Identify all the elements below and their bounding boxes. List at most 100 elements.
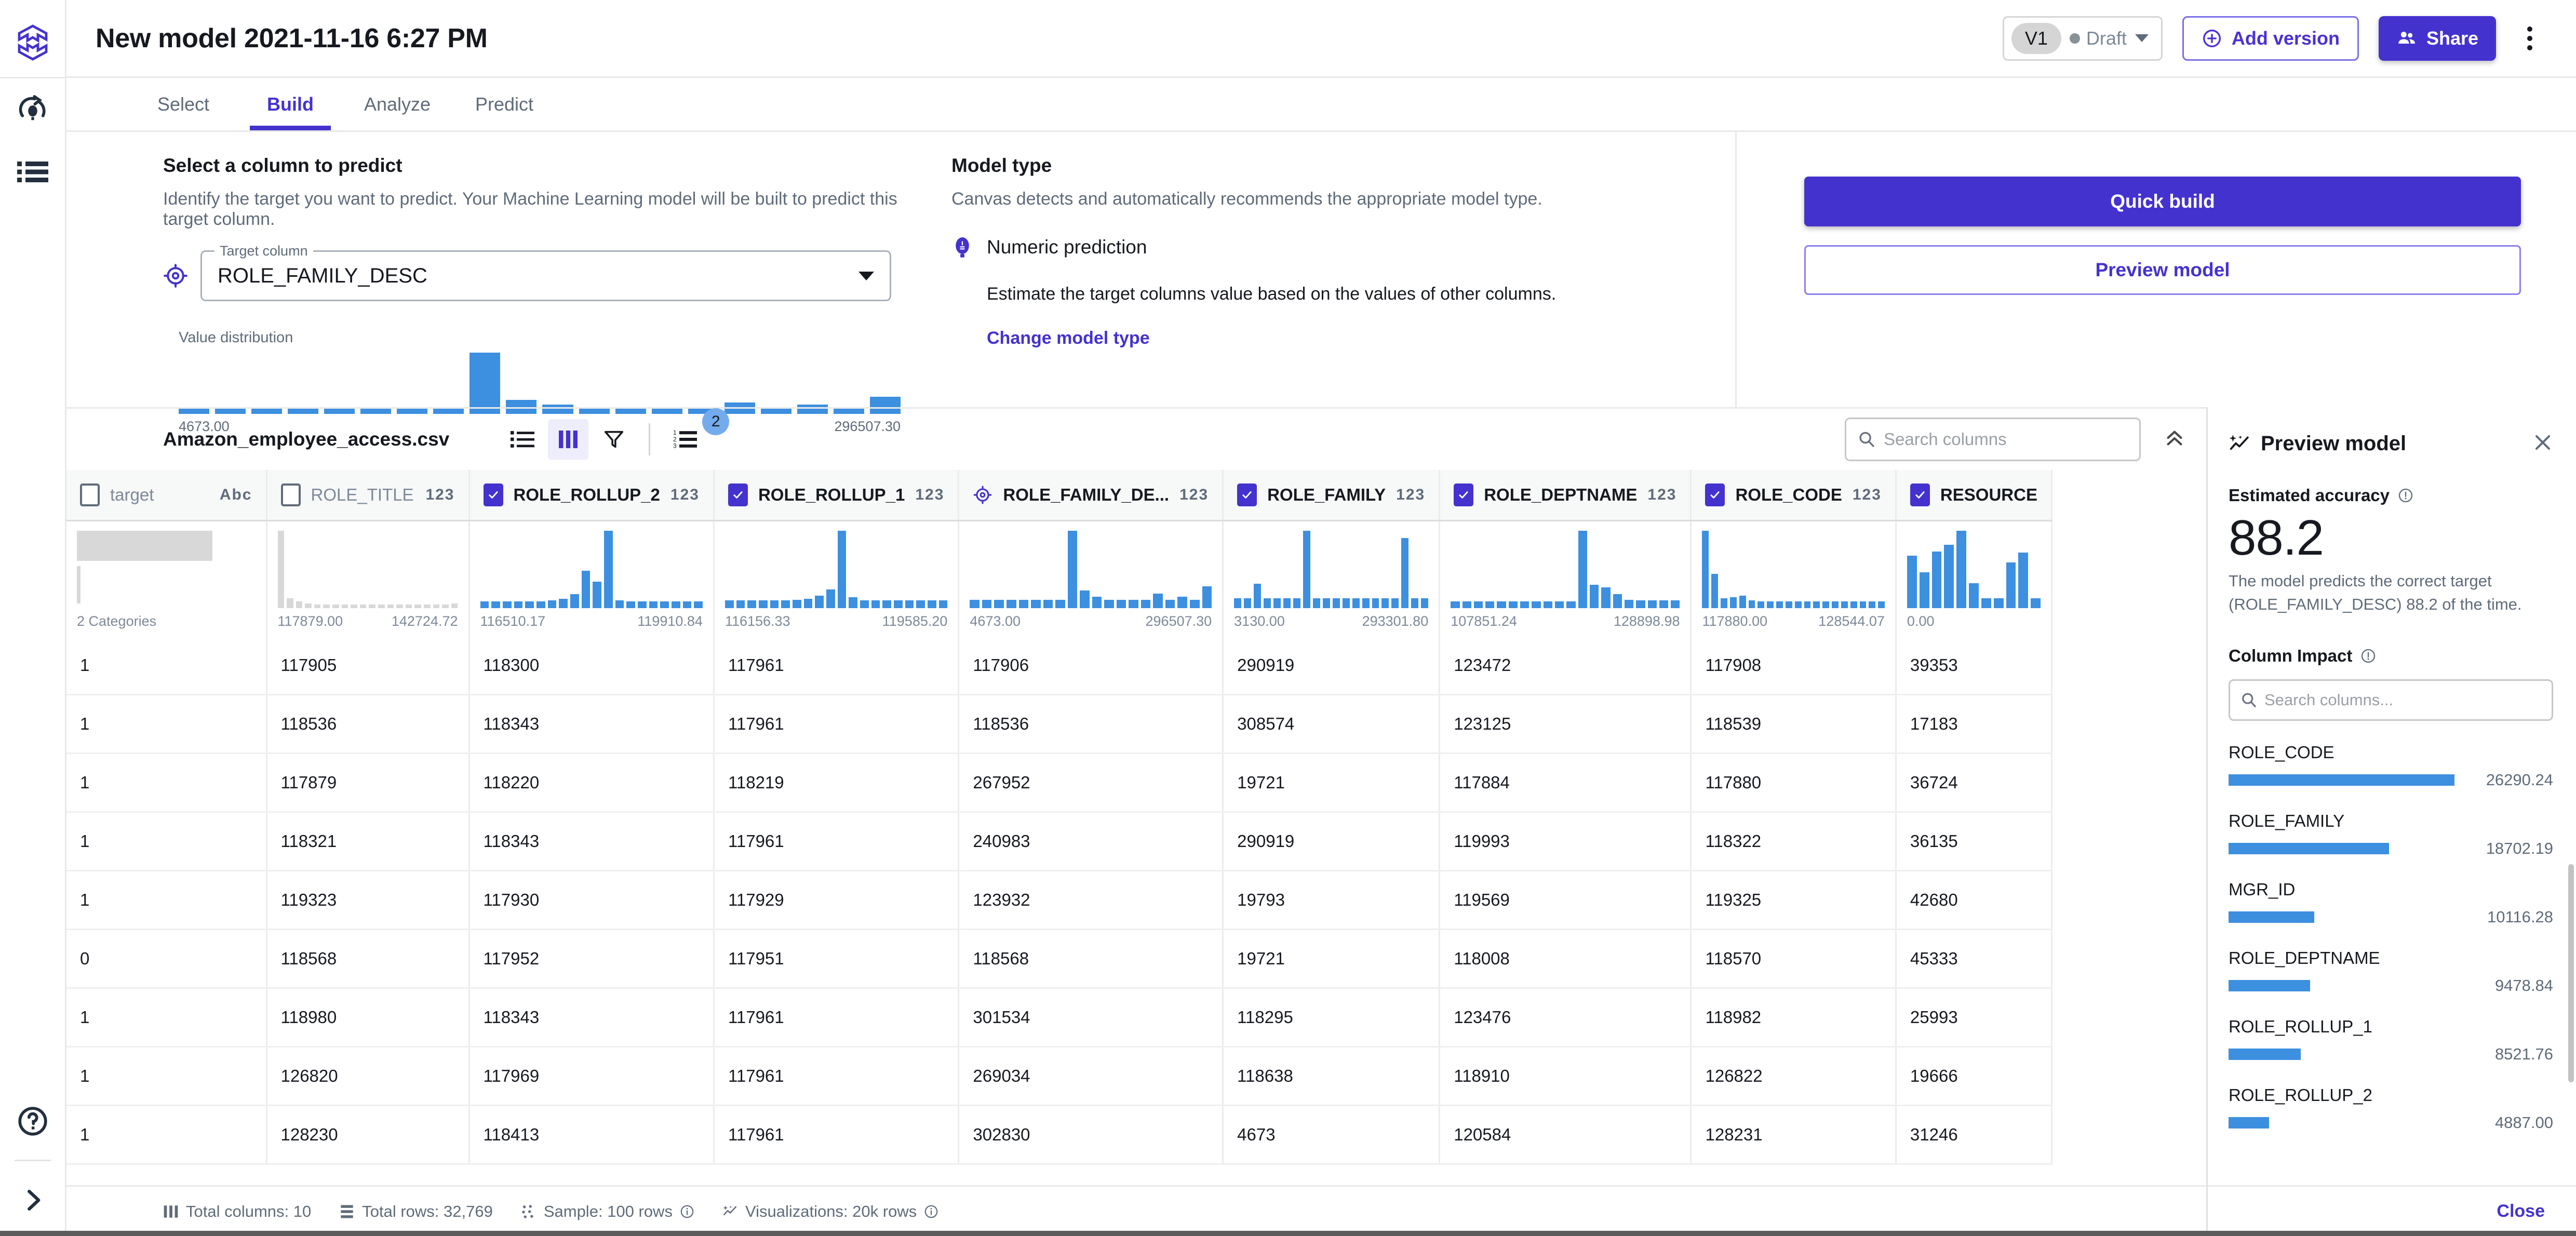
list-view-icon[interactable] [502,419,543,460]
column-impact-bar [2229,1117,2270,1129]
column-header-target[interactable]: target Abc [66,470,267,521]
column-checkbox[interactable] [728,483,748,506]
histogram-bar [626,601,635,608]
column-histogram-cell: 117879.00 142724.72 [266,520,470,637]
expand-chevron-icon[interactable] [0,1177,66,1224]
histogram-bar [378,604,385,608]
column-view-icon[interactable] [548,419,589,460]
table-cell: 117961 [714,1105,960,1165]
column-checkbox[interactable] [280,483,301,506]
table-row[interactable]: 1 118321 118343 117961 240983 290919 119993 118… [66,812,2052,871]
column-header-resource[interactable]: RESOURCE [1896,470,2052,521]
ordered-list-icon[interactable]: 1 2 3 [665,419,705,460]
share-button[interactable]: Share [2378,16,2496,61]
help-circle-icon[interactable] [0,1090,66,1152]
table-cell: 301534 [958,988,1224,1047]
column-checkbox[interactable] [80,483,100,506]
histogram-bar [1391,598,1399,608]
tab-build[interactable]: Build [237,78,344,130]
column-impact-name: ROLE_ROLLUP_2 [2229,1085,2372,1105]
table-row[interactable]: 1 128230 118413 117961 302830 4673 120584 12823… [66,1105,2052,1165]
tab-analyze[interactable]: Analyze [344,78,451,130]
impact-search-input[interactable]: Search columns... [2229,679,2553,721]
table-row[interactable]: 1 118536 118343 117961 118536 308574 123125 118… [66,694,2052,754]
double-chevron-up-icon[interactable] [2164,427,2185,452]
table-cell: 1 [66,753,267,813]
column-histogram-cell: 3130.00 293301.80 [1223,520,1441,637]
histogram-bar [1543,601,1553,608]
estimated-accuracy-description: The model predicts the correct target (R… [2229,571,2522,613]
column-impact-track [2229,980,2454,992]
column-header-role-family[interactable]: ROLE_FAMILY 123 [1223,470,1441,521]
column-impact-value: 26290.24 [2486,771,2553,789]
preview-model-panel: Preview model Estimated accuracy 88.2 Th… [2206,407,2576,1236]
column-header-role-code[interactable]: ROLE_CODE 123 [1691,470,1897,521]
impact-search-placeholder: Search columns... [2264,691,2394,709]
preview-panel-scrollbar[interactable] [2568,864,2574,1082]
preview-model-button[interactable]: Preview model [1804,245,2521,295]
histogram-bar [1659,600,1669,608]
model-type-panel: Model type Canvas detects and automatica… [918,132,1737,407]
column-axis-min: 107851.24 [1451,613,1517,629]
column-axis-min: 4673.00 [970,613,1021,629]
close-icon[interactable] [2532,432,2553,455]
histogram-bar [736,600,745,608]
tab-predict[interactable]: Predict [451,78,558,130]
table-cell: 36135 [1896,812,2052,871]
column-checkbox[interactable] [1705,483,1725,506]
histogram-bar [603,531,613,608]
histogram-bar [1841,601,1848,608]
version-selector[interactable]: V1 Draft [2002,16,2163,61]
histogram-bar [1067,531,1078,608]
column-checkbox[interactable] [1454,483,1474,506]
sort-count-badge: 2 [702,408,730,435]
table-cell: 118413 [469,1105,715,1165]
column-header-role-rollup-1[interactable]: ROLE_ROLLUP_1 123 [714,470,960,521]
column-header-role-rollup-2[interactable]: ROLE_ROLLUP_2 123 [469,470,715,521]
table-row[interactable]: 1 117879 118220 118219 267952 19721 117884 1178… [66,753,2052,813]
list-menu-icon[interactable] [0,141,66,203]
info-circle-icon[interactable] [924,1204,938,1219]
info-circle-icon[interactable] [2360,648,2376,664]
table-row[interactable]: 1 119323 117930 117929 123932 19793 119569 1193… [66,870,2052,930]
table-row[interactable]: 1 126820 117969 117961 269034 118638 118910 126… [66,1046,2052,1106]
table-scroll-region[interactable]: target Abc ROLE_TITLE 123 ROLE_ROLLUP_2 123 RO… [66,470,2206,1185]
histogram-bar [1202,586,1212,608]
column-impact-track [2229,1049,2454,1060]
column-impact-row: 8521.76 [2229,1045,2553,1064]
column-header-label: target [110,485,154,504]
histogram-bar [803,599,813,608]
main-tabs: Select Build Analyze Predict [66,78,2576,132]
column-checkbox[interactable] [483,483,503,506]
tab-select[interactable]: Select [130,78,237,130]
table-row[interactable]: 1 118980 118343 117961 301534 118295 123476 118… [66,988,2052,1047]
add-version-button[interactable]: Add version [2182,16,2359,61]
column-checkbox[interactable] [1910,483,1930,506]
table-row[interactable]: 1 117905 118300 117961 117906 290919 123472 117… [66,637,2052,695]
check-icon [1710,491,1720,499]
column-header-role-deptname[interactable]: ROLE_DEPTNAME 123 [1439,470,1692,521]
table-cell: 117952 [469,929,715,989]
table-row[interactable]: 0 118568 117952 117951 118568 19721 118008 1185… [66,929,2052,989]
histogram-bar [1104,599,1114,608]
filter-icon[interactable] [594,419,634,460]
model-insights-icon[interactable] [0,78,66,141]
table-cell: 36724 [1896,753,2052,813]
kebab-menu-icon[interactable] [2516,16,2544,61]
search-columns-input[interactable]: Search columns [1845,418,2141,461]
canvas-logo-icon[interactable] [0,14,65,72]
column-header-role-family-de[interactable]: ROLE_FAMILY_DE... 123 [958,470,1224,521]
quick-build-button[interactable]: Quick build [1804,177,2521,226]
info-circle-icon[interactable] [680,1204,694,1219]
change-model-type-link[interactable]: Change model type [987,328,1704,348]
column-header-role-title[interactable]: ROLE_TITLE 123 [266,470,470,521]
column-histogram [1234,531,1429,608]
histogram-bar [792,599,801,608]
histogram-bar [1254,583,1262,608]
target-column-select[interactable]: Target column ROLE_FAMILY_DESC [200,243,891,301]
close-button[interactable]: Close [2497,1201,2545,1221]
column-checkbox[interactable] [1237,483,1257,506]
table-cell: 117908 [1691,637,1897,695]
status-visualizations-label: Visualizations: 20k rows [745,1202,917,1220]
info-circle-icon[interactable] [2398,488,2413,503]
